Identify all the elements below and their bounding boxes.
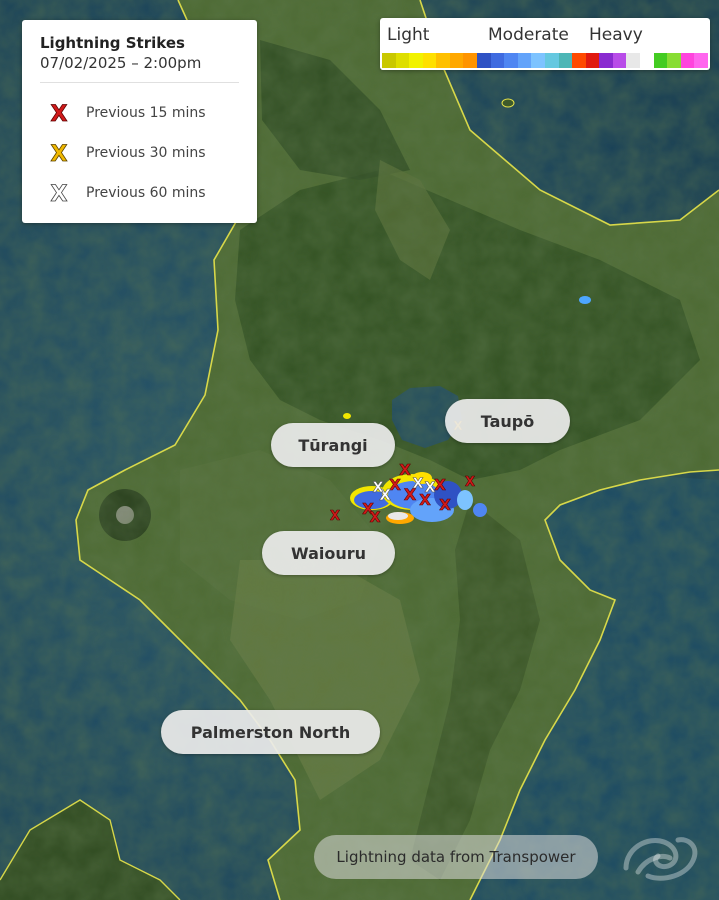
svg-text:X: X	[439, 496, 451, 514]
ramp-swatch	[544, 53, 559, 68]
legend-divider	[40, 82, 239, 83]
ramp-swatch	[626, 53, 640, 68]
lightning-map: X X X X X X X X X X X X X X X Lightning …	[0, 0, 719, 900]
ramp-swatch	[531, 53, 545, 68]
ramp-swatch	[463, 53, 478, 68]
legend-item-label: Previous 60 mins	[86, 185, 206, 201]
lightning-legend: Lightning Strikes 07/02/2025 – 2:00pm X …	[22, 20, 257, 223]
svg-text:X: X	[51, 142, 68, 164]
place-label-waiouru: Waiouru	[262, 531, 395, 575]
ramp-swatch	[449, 53, 464, 68]
scale-label-light: Light	[387, 25, 430, 45]
scale-label-heavy: Heavy	[589, 25, 643, 45]
ramp-swatch	[680, 53, 695, 68]
place-label-taupo: Taupō	[445, 399, 570, 443]
ramp-swatch	[694, 53, 708, 68]
ramp-swatch	[599, 53, 613, 68]
legend-item-30-mins: X Previous 30 mins	[40, 133, 239, 173]
ramp-swatch	[490, 53, 505, 68]
svg-text:X: X	[51, 102, 68, 124]
legend-item-15-mins: X Previous 15 mins	[40, 93, 239, 133]
svg-text:X: X	[389, 476, 401, 494]
ramp-swatch	[422, 53, 437, 68]
svg-text:X: X	[51, 182, 68, 204]
metservice-logo-icon	[623, 837, 698, 881]
svg-text:X: X	[370, 510, 381, 526]
ramp-swatch	[667, 53, 681, 68]
rain-intensity-scale: Light Moderate Heavy	[380, 18, 710, 70]
legend-item-label: Previous 30 mins	[86, 145, 206, 161]
svg-text:X: X	[373, 480, 384, 496]
intensity-color-ramp	[382, 53, 708, 68]
ramp-swatch	[572, 53, 586, 68]
ramp-swatch	[653, 53, 668, 68]
white-x-icon: X	[50, 182, 68, 204]
ramp-swatch	[409, 53, 423, 68]
ramp-swatch	[504, 53, 518, 68]
svg-text:X: X	[399, 461, 411, 479]
svg-text:X: X	[465, 475, 475, 490]
scale-label-moderate: Moderate	[488, 25, 569, 45]
ramp-swatch	[517, 53, 532, 68]
svg-text:X: X	[434, 476, 446, 494]
place-label-palmerston-north: Palmerston North	[161, 710, 380, 754]
legend-timestamp: 07/02/2025 – 2:00pm	[40, 54, 202, 72]
data-credit: Lightning data from Transpower	[314, 835, 598, 879]
svg-text:X: X	[330, 509, 340, 524]
ramp-swatch	[585, 53, 600, 68]
ramp-swatch	[639, 53, 654, 68]
ramp-swatch	[436, 53, 450, 68]
legend-item-label: Previous 15 mins	[86, 105, 206, 121]
ramp-swatch	[477, 53, 491, 68]
legend-item-60-mins: X Previous 60 mins	[40, 173, 239, 213]
yellow-x-icon: X	[50, 142, 68, 164]
ramp-swatch	[395, 53, 410, 68]
ramp-swatch	[558, 53, 573, 68]
ramp-swatch	[382, 53, 396, 68]
svg-text:X: X	[413, 476, 424, 492]
red-x-icon: X	[50, 102, 68, 124]
legend-title: Lightning Strikes	[40, 34, 185, 52]
ramp-swatch	[612, 53, 627, 68]
place-label-turangi: Tūrangi	[271, 423, 395, 467]
svg-text:X: X	[425, 480, 436, 496]
